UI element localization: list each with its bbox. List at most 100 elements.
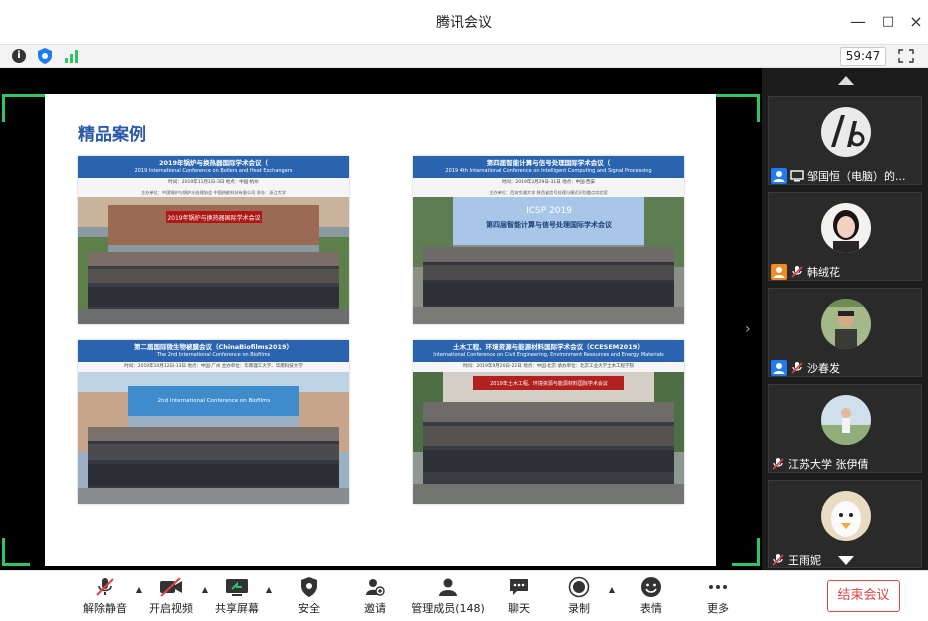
meeting-timer: 59:47 [840,47,886,66]
host-icon [771,359,787,376]
share-screen-icon [226,579,248,596]
cohost-icon [771,263,787,280]
participant-name: 王雨妮 [788,553,821,567]
info-icon[interactable]: i [12,49,26,63]
next-page-arrow[interactable]: › [745,321,757,337]
group-photo: ICSP 2019 第四届智能计算与信号处理国际学术会议 [413,197,684,324]
case-header: 2019年锅炉与换热器国际学术会议（ 2019 International Co… [78,156,349,178]
record-label: 录制 [568,602,590,615]
participant-label: 江苏大学 张伊倩 [771,455,919,472]
banner-text-cn: 第四届智能计算与信号处理国际学术会议 [486,220,613,229]
unmute-button[interactable]: 解除静音 [72,576,138,620]
window-title: 腾讯会议 [436,15,492,31]
invite-button[interactable]: 邀请 [342,576,408,620]
mic-off-icon [96,578,114,596]
invite-user-icon [366,579,385,596]
manage-members-button[interactable]: 管理成员(148) [408,576,488,620]
members-icon [439,578,457,596]
emoji-icon [641,577,661,597]
start-video-button[interactable]: 开启视频 [138,576,204,620]
case-card: 2019年锅炉与换热器国际学术会议（ 2019 International Co… [78,156,349,324]
shield-icon[interactable] [38,48,52,64]
group-photo: 2nd International Conference on Biofilms [78,372,349,504]
banner-text: 2nd International Conference on Biofilms [158,398,271,404]
participant-tile[interactable]: 韩绒花 [768,192,922,281]
chat-bubble-icon [510,579,528,595]
participant-name: 沙春发 [807,361,840,375]
mic-muted-icon [772,553,784,566]
banner-text: 2019年土木工程、环境资源与能源材料国际学术会议 [490,380,608,387]
start-video-label: 开启视频 [149,602,193,615]
banner-text: 2019年锅炉与换热器国际学术会议 [167,214,260,222]
manage-members-label: 管理成员(148) [411,602,485,615]
case-title-en: 2019 International Conference on Boilers… [134,168,293,174]
more-label: 更多 [707,602,729,615]
shared-screen-stage: 精品案例 2019年锅炉与换热器国际学术会议（ 2019 Internation… [0,68,762,570]
record-button[interactable]: 录制 [546,576,612,620]
minimize-button[interactable]: — [846,8,870,36]
case-meta: 时间：2019年3月29日-31日 地点：中国·西安 [413,178,684,188]
group-photo: 2019年锅炉与换热器国际学术会议 [78,197,349,324]
case-meta-organizer: 主办单位：中国锅炉与锅炉水处理协会 中国热能科技有限公司 承办：浙江大学 [78,188,349,197]
participant-name: 邹国恒（电脑）的... [807,169,906,183]
participant-tile[interactable]: 江苏大学 张伊倩 [768,384,922,473]
more-icon [709,585,727,589]
signal-strength-icon[interactable] [64,49,80,63]
chat-button[interactable]: 聊天 [486,576,552,620]
share-frame-corner [2,94,30,122]
avatar [821,491,871,541]
participant-tile[interactable]: 邹国恒（电脑）的... [768,96,922,185]
case-card: 土木工程、环境资源与能源材料国际学术会议（CCESEM2019） Interna… [413,340,684,504]
case-meta: 时间：2019年11月1日-3日 地点：中国·杭州 [78,178,349,188]
share-frame-corner [732,94,760,122]
chat-label: 聊天 [508,602,530,615]
participant-name: 韩绒花 [807,265,840,279]
share-frame-corner [732,538,760,566]
reactions-button[interactable]: 表情 [618,576,684,620]
meeting-info-bar: i 59:47 [0,44,928,68]
case-meta-organizer: 主办单位：西安交通大学 陕西省信号处理与模式识别重点实验室 [413,188,684,197]
avatar [821,299,871,349]
case-title-cn: 第四届智能计算与信号处理国际学术会议（ [486,159,611,167]
avatar [821,107,871,157]
record-icon [568,576,590,598]
presentation-slide: 精品案例 2019年锅炉与换热器国际学术会议（ 2019 Internation… [45,94,716,566]
share-screen-button[interactable]: 共享屏幕 [204,576,270,620]
title-bar: 腾讯会议 — □ × [0,0,928,44]
participant-panel: 邹国恒（电脑）的... 韩绒花 沙春发 江苏大学 张伊倩 王雨妮 [762,68,928,570]
end-meeting-button[interactable]: 结束会议 [827,580,900,612]
maximize-button[interactable]: □ [876,8,900,36]
meeting-window: 腾讯会议 — □ × i 59:47 精品案例 2019年锅炉与换热器国际学术会… [0,0,928,621]
camera-off-icon [160,577,182,597]
mic-muted-icon [791,361,803,374]
case-title-cn: 2019年锅炉与换热器国际学术会议（ [158,159,269,167]
scroll-down-icon[interactable] [838,556,854,565]
fullscreen-icon[interactable] [898,49,914,63]
mic-muted-icon [772,457,784,470]
share-options-caret[interactable]: ▲ [264,585,274,595]
record-options-caret[interactable]: ▲ [607,585,617,595]
avatar [821,395,871,445]
slide-title: 精品案例 [78,125,146,145]
close-button[interactable]: × [904,8,928,36]
participant-tile[interactable]: 王雨妮 [768,480,922,568]
mic-muted-icon [791,265,803,278]
more-button[interactable]: 更多 [685,576,751,620]
control-bar: 解除静音 ▲ 开启视频 ▲ 共享屏幕 ▲ 安全 邀请 管理成员(148) 聊天 … [0,570,928,621]
share-frame-corner [2,538,30,566]
participant-tile[interactable]: 沙春发 [768,288,922,377]
security-label: 安全 [298,602,320,615]
host-icon [771,167,787,184]
case-header: 第四届智能计算与信号处理国际学术会议（ 2019 4th Internation… [413,156,684,178]
share-screen-label: 共享屏幕 [215,602,259,615]
security-button[interactable]: 安全 [276,576,342,620]
participant-name: 江苏大学 张伊倩 [788,457,869,471]
shield-icon [301,577,317,597]
case-card: 第四届智能计算与信号处理国际学术会议（ 2019 4th Internation… [413,156,684,324]
reactions-label: 表情 [640,602,662,615]
case-title-en: The 2nd International Conference on Biof… [156,352,271,358]
participant-label: 韩绒花 [771,263,919,280]
participant-label: 邹国恒（电脑）的... [771,167,919,184]
scroll-up-icon[interactable] [838,76,854,85]
case-meta: 时间：2019年9月20日-22日 地点：中国·北京 承办单位：北京工业大学土木… [413,362,684,372]
